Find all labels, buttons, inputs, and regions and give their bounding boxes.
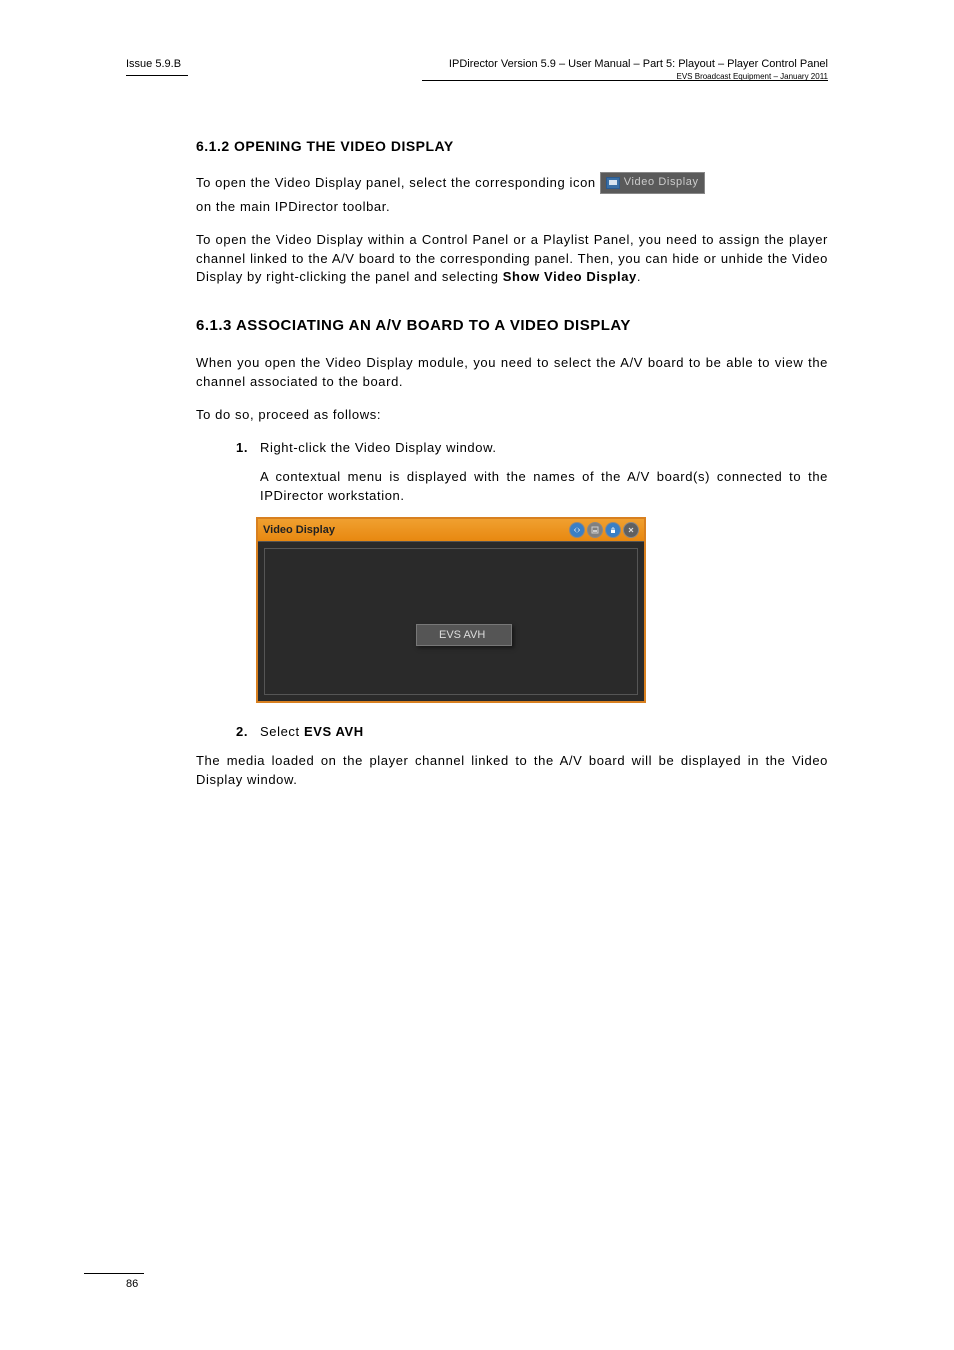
header-left-rule (126, 75, 188, 76)
screenshot-inner-frame (264, 548, 638, 695)
footer-rule (84, 1273, 144, 1274)
para-open-within-panel: To open the Video Display within a Contr… (196, 231, 828, 288)
screenshot-context-menu: EVS AVH (416, 624, 512, 646)
lock-icon[interactable] (605, 522, 621, 538)
para-associate-intro: When you open the Video Display module, … (196, 354, 828, 392)
para2-command: Show Video Display (503, 269, 637, 284)
video-display-screenshot: Video Display (256, 517, 646, 703)
screenshot-body: EVS AVH (258, 541, 644, 701)
para2-end: . (637, 269, 641, 284)
header-right-block: IPDirector Version 5.9 – User Manual – P… (449, 58, 828, 81)
step-1b: A contextual menu is displayed with the … (236, 468, 828, 506)
step-1b-text: A contextual menu is displayed with the … (260, 468, 828, 506)
video-display-toolbar-button[interactable]: Video Display (600, 172, 705, 194)
step-2-number: 2. (236, 723, 260, 742)
header-product-line: IPDirector Version 5.9 – User Manual – P… (449, 58, 828, 70)
page-number: 86 (126, 1278, 138, 1290)
para-result: The media loaded on the player channel l… (196, 752, 828, 790)
save-icon[interactable] (587, 522, 603, 538)
screenshot-titlebar: Video Display (258, 519, 644, 541)
video-display-icon (606, 177, 620, 189)
section-heading-associating: 6.1.3 ASSOCIATING AN A/V BOARD TO A VIDE… (196, 317, 828, 334)
video-display-button-label: Video Display (624, 175, 699, 191)
screenshot-window-controls (569, 522, 639, 538)
close-icon[interactable] (623, 522, 639, 538)
step-1b-spacer (236, 468, 260, 506)
step-2-text: Select EVS AVH (260, 723, 828, 742)
section-heading-opening: 6.1.2 OPENING THE VIDEO DISPLAY (196, 138, 828, 154)
main-content: 6.1.2 OPENING THE VIDEO DISPLAY To open … (196, 138, 828, 804)
screenshot-title: Video Display (263, 524, 335, 536)
para1-pre: To open the Video Display panel, select … (196, 174, 596, 193)
header-right-rule (422, 80, 828, 81)
step-1-text: Right-click the Video Display window. (260, 439, 828, 458)
step-1-number: 1. (236, 439, 260, 458)
section-associating: 6.1.3 ASSOCIATING AN A/V BOARD TO A VIDE… (196, 317, 828, 790)
para-proceed: To do so, proceed as follows: (196, 406, 828, 425)
step-1: 1. Right-click the Video Display window. (236, 439, 828, 458)
minimize-icon[interactable] (569, 522, 585, 538)
para1-post: on the main IPDirector toolbar. (196, 198, 390, 217)
step-2-cmd: EVS AVH (304, 724, 364, 739)
header-issue: Issue 5.9.B (126, 58, 181, 70)
step-2: 2. Select EVS AVH (236, 723, 828, 742)
para-open-video-display: To open the Video Display panel, select … (196, 172, 828, 217)
step-2-pre: Select (260, 724, 300, 739)
context-menu-item-evs-avh[interactable]: EVS AVH (417, 625, 511, 645)
